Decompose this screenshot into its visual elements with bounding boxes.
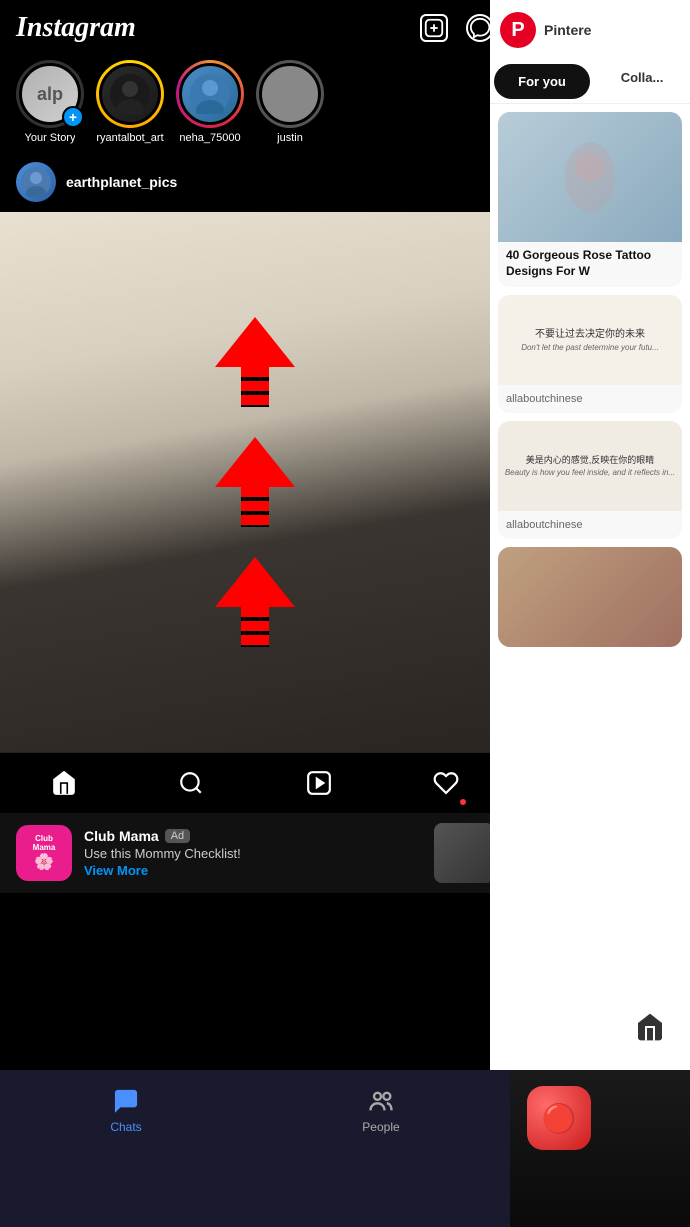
post-header: earthplanet_pics [0,152,510,212]
instagram-logo: Instagram [16,12,136,44]
ad-view-more-link[interactable]: View More [84,863,422,878]
chinese2-text: 美是内心的感觉,反映在你的眼睛 Beauty is how you feel i… [505,454,675,478]
justin-label: justin [277,132,303,144]
ad-thumb-inner [434,823,494,883]
tab-for-you[interactable]: For you [494,64,590,99]
ig-post: earthplanet_pics [0,152,510,893]
pinterest-tabs: For you Colla... [490,60,690,104]
instagram-panel: Instagram [0,0,510,1070]
tattoo-card-text: 40 Gorgeous Rose Tattoo Designs For W [498,242,682,287]
ig-header: Instagram [0,0,510,52]
pinterest-panel: P Pintere For you Colla... 40 Gorgeous R… [490,0,690,1070]
justin-ring [256,60,324,128]
justin-wrap [256,60,324,128]
ad-banner: Club Mama 🌸 Club Mama Ad Use this Mommy … [0,813,510,893]
ad-name: Club Mama [84,828,159,844]
justin-avatar [259,63,321,125]
chinese2-image: 美是内心的感觉,反映在你的眼睛 Beauty is how you feel i… [498,421,682,511]
nav-search-button[interactable] [173,765,209,801]
neha-label: neha_75000 [179,132,240,144]
nav-reels-button[interactable] [301,765,337,801]
dock-red-app[interactable]: 🔴 [527,1086,591,1150]
ad-description: Use this Mommy Checklist! [84,846,422,861]
ig-bottom-nav [0,752,510,813]
messenger-people-tab[interactable]: People [362,1086,399,1134]
main-container: Instagram [0,0,690,1227]
messenger-bar: Chats People [0,1070,510,1227]
add-post-button[interactable] [420,14,448,42]
post-username: earthplanet_pics [66,174,177,190]
ryantalbot-avatar [99,63,161,125]
heart-notification-dot [460,799,466,805]
ad-badge: Ad [165,829,190,843]
stories-row: alp + Your Story [0,52,510,152]
pinterest-header: P Pintere [490,0,690,60]
ryantalbot-ring [96,60,164,128]
pinterest-logo: P [500,12,536,48]
story-neha[interactable]: neha_75000 [176,60,244,144]
chinese2-card-text: allaboutchinese [498,511,682,539]
post-bg [0,212,510,752]
header-icons [420,14,494,42]
people-label: People [362,1120,399,1134]
tab-colla[interactable]: Colla... [594,60,690,103]
neha-wrap [176,60,244,128]
your-story-label: Your Story [25,132,76,144]
ad-text-block: Club Mama Ad Use this Mommy Checklist! V… [84,828,422,878]
pinterest-card-chinese1[interactable]: 不要让过去决定你的未来 Don't let the past determine… [498,295,682,413]
ryantalbot-wrap [96,60,164,128]
pinterest-name: Pintere [544,22,591,38]
story-justin[interactable]: justin [256,60,324,144]
chats-label: Chats [110,1120,141,1134]
story-your-story[interactable]: alp + Your Story [16,60,84,144]
nav-heart-button[interactable] [428,765,464,801]
pinterest-card-tattoo[interactable]: 40 Gorgeous Rose Tattoo Designs For W [498,112,682,287]
pinterest-home-icon[interactable] [620,997,680,1057]
ad-logo-inner: Club Mama 🌸 [16,825,72,881]
messenger-chats-tab[interactable]: Chats [110,1086,141,1134]
ad-name-row: Club Mama Ad [84,828,422,844]
chinese1-image: 不要让过去决定你的未来 Don't let the past determine… [498,295,682,385]
your-story-wrap: alp + [16,60,84,128]
ad-logo: Club Mama 🌸 [16,825,72,881]
post-avatar [16,162,56,202]
ryantalbot-label: ryantalbot_art [96,132,163,144]
neha-avatar [179,63,241,125]
ad-thumbnail [434,823,494,883]
tattoo-title: 40 Gorgeous Rose Tattoo Designs For W [506,248,674,279]
messenger-tabs: Chats People [0,1070,510,1142]
tattoo-image [498,112,682,242]
chinese1-label: allaboutchinese [506,393,674,405]
people-icon [366,1086,396,1116]
pinterest-card-chinese2[interactable]: 美是内心的感觉,反映在你的眼睛 Beauty is how you feel i… [498,421,682,539]
chinese2-label: allaboutchinese [506,519,674,531]
chinese1-text: 不要让过去决定你的未来 Don't let the past determine… [521,328,659,353]
back-image [498,547,682,647]
chinese1-card-text: allaboutchinese [498,385,682,413]
story-ryantalbot[interactable]: ryantalbot_art [96,60,164,144]
pinterest-card-back[interactable] [498,547,682,647]
chats-icon [111,1086,141,1116]
post-image[interactable] [0,212,510,752]
neha-ring [176,60,244,128]
nav-home-button[interactable] [46,765,82,801]
add-story-button[interactable]: + [62,106,84,128]
